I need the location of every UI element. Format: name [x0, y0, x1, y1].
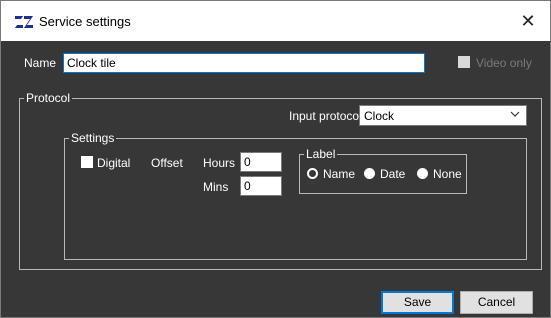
chevron-down-icon [510, 111, 520, 117]
window-title: Service settings [39, 14, 131, 29]
hours-input[interactable] [240, 152, 282, 172]
label-legend: Label [304, 147, 338, 161]
protocol-legend: Protocol [24, 91, 73, 105]
input-protocol-select[interactable]: Clock [359, 105, 527, 126]
settings-legend: Settings [69, 131, 117, 145]
offset-label: Offset [151, 156, 183, 170]
label-none-option: None [433, 167, 462, 181]
label-date-option: Date [380, 167, 406, 181]
save-button[interactable]: Save [381, 291, 454, 314]
label-date-radio[interactable] [364, 168, 375, 179]
input-protocol-label: Input protocol [289, 109, 362, 123]
title-bar: Service settings ✕ [1, 1, 550, 41]
mins-label: Mins [203, 180, 229, 194]
close-icon: ✕ [520, 11, 536, 31]
video-only-label: Video only [476, 56, 532, 70]
hours-label: Hours [203, 156, 236, 170]
service-settings-dialog: Service settings ✕ Name Video only Proto… [0, 0, 551, 318]
label-none-radio[interactable] [417, 168, 428, 179]
input-protocol-value: Clock [364, 109, 395, 123]
label-name-radio[interactable] [307, 168, 318, 179]
close-button[interactable]: ✕ [517, 11, 539, 31]
zz-logo-icon [15, 16, 33, 28]
cancel-button[interactable]: Cancel [460, 291, 533, 314]
label-name-option: Name [323, 167, 356, 181]
name-input[interactable] [63, 53, 425, 73]
digital-label: Digital [97, 156, 131, 170]
video-only-checkbox[interactable] [458, 56, 470, 68]
digital-checkbox[interactable] [81, 156, 93, 168]
mins-input[interactable] [240, 176, 282, 196]
name-label: Name [24, 56, 57, 70]
